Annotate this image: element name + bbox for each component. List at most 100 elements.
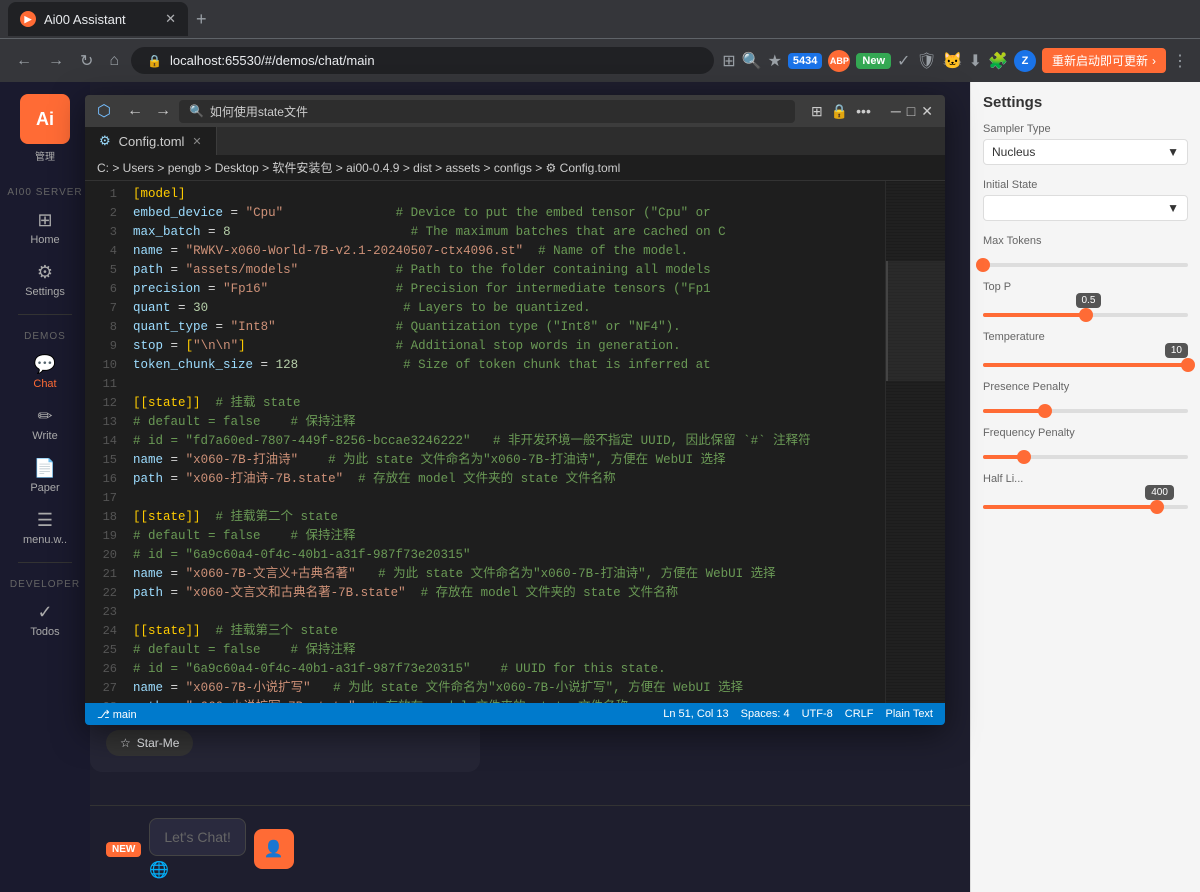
ext-badge-new[interactable]: New	[856, 53, 891, 69]
restart-button[interactable]: 重新启动即可更新 ›	[1042, 48, 1166, 73]
vscode-minimize-btn[interactable]: ─	[891, 103, 901, 120]
address-bar[interactable]: 🔒 localhost:65530/#/demos/chat/main	[131, 47, 714, 74]
paper-icon: 📄	[34, 458, 56, 479]
server-section-label: AI00 SERVER	[0, 187, 90, 198]
sidebar-item-settings[interactable]: ⚙ Settings	[0, 254, 90, 306]
lock-icon: 🔒	[147, 54, 162, 68]
star-button[interactable]: ☆ Star-Me	[106, 730, 193, 756]
status-spaces: Spaces: 4	[741, 708, 790, 720]
write-label: Write	[32, 430, 57, 442]
vscode-icon-split[interactable]: ⊞	[811, 103, 823, 120]
temperature-label: Temperature	[983, 331, 1188, 343]
home-label: Home	[30, 234, 59, 246]
shield-icon[interactable]: 🛡	[916, 51, 936, 71]
vscode-icon: ⬡	[97, 101, 111, 121]
sidebar-item-paper[interactable]: 📄 Paper	[0, 450, 90, 502]
back-button[interactable]: ←	[12, 48, 36, 74]
sidebar-item-home[interactable]: ⊞ Home	[0, 202, 90, 254]
star-label: Star-Me	[137, 736, 180, 750]
forward-button[interactable]: →	[44, 48, 68, 74]
half-life-thumb[interactable]	[1150, 500, 1164, 514]
temperature-value-badge: 10	[1165, 343, 1188, 358]
chat-input[interactable]: Let's Chat!	[149, 818, 246, 856]
breadcrumb-text: C: > Users > pengb > Desktop > 软件安装包 > a…	[97, 161, 620, 175]
ext-badge-abp[interactable]: ABP	[828, 50, 850, 72]
globe-icon[interactable]: 🌐	[149, 860, 246, 880]
settings-icon: ⚙	[37, 262, 53, 283]
half-life-fill	[983, 505, 1157, 509]
tab-close-btn[interactable]: ✕	[192, 135, 201, 148]
sampler-type-section: Sampler Type Nucleus ▼	[983, 123, 1188, 165]
new-badge: NEW	[106, 842, 141, 857]
initial-state-label: Initial State	[983, 179, 1188, 191]
frequency-penalty-track	[983, 455, 1188, 459]
vscode-code-editor[interactable]: [model] embed_device = "Cpu" # Device to…	[125, 181, 885, 703]
vscode-minimap	[885, 181, 945, 703]
more-options-icon[interactable]: ⋮	[1172, 51, 1188, 71]
temperature-thumb[interactable]	[1181, 358, 1195, 372]
new-tab-button[interactable]: +	[188, 9, 215, 30]
top-p-track	[983, 313, 1188, 317]
initial-state-select[interactable]: ▼	[983, 195, 1188, 221]
menu-label: menu.w..	[23, 534, 67, 546]
vscode-tab-config[interactable]: ⚙ Config.toml ✕	[85, 127, 217, 155]
sidebar-divider-1	[18, 314, 72, 315]
vscode-titlebar: ⬡ ← → 🔍 如何使用state文件 ⊞ 🔒 ••• ─ □ ✕	[85, 95, 945, 127]
top-p-value-badge: 0.5	[1076, 293, 1102, 308]
browser-chrome: ▶ Ai00 Assistant ✕ + ← → ↻ ⌂ 🔒 localhost…	[0, 0, 1200, 82]
translate-icon[interactable]: ⊞	[722, 51, 735, 71]
send-button[interactable]: 👤	[254, 829, 294, 869]
sidebar-item-todos[interactable]: ✓ Todos	[0, 594, 90, 646]
max-tokens-label: Max Tokens	[983, 235, 1188, 247]
temperature-badge: 10	[1165, 343, 1188, 358]
tab-title: Ai00 Assistant	[44, 12, 126, 27]
write-icon: ✏	[37, 406, 52, 427]
right-panel: Settings Sampler Type Nucleus ▼ Initial …	[970, 82, 1200, 892]
browser-controls: ← → ↻ ⌂ 🔒 localhost:65530/#/demos/chat/m…	[0, 38, 1200, 82]
presence-penalty-section: Presence Penalty	[983, 381, 1188, 413]
vscode-nav-back[interactable]: ←	[127, 102, 143, 120]
max-tokens-thumb[interactable]	[976, 258, 990, 272]
presence-penalty-fill	[983, 409, 1045, 413]
presence-penalty-label: Presence Penalty	[983, 381, 1188, 393]
vscode-statusbar-right: Ln 51, Col 13 Spaces: 4 UTF-8 CRLF Plain…	[663, 708, 933, 720]
cat-icon[interactable]: 🐱	[943, 51, 963, 71]
vscode-maximize-btn[interactable]: □	[907, 103, 915, 120]
vscode-close-btn[interactable]: ✕	[921, 103, 933, 120]
bookmark-icon[interactable]: ★	[768, 51, 782, 71]
puzzle-icon[interactable]: 🧩	[988, 51, 1008, 71]
menu-icon: ☰	[37, 510, 53, 531]
user-badge[interactable]: Z	[1014, 50, 1036, 72]
ext-badge-5434[interactable]: 5434	[788, 53, 822, 69]
home-button[interactable]: ⌂	[105, 48, 123, 74]
top-p-badge: 0.5	[1076, 293, 1102, 308]
sidebar-item-menu[interactable]: ☰ menu.w..	[0, 502, 90, 554]
star-icon: ☆	[120, 736, 131, 750]
half-life-value-badge: 400	[1145, 485, 1174, 500]
restart-label: 重新启动即可更新	[1052, 52, 1148, 69]
half-life-slider-container: 400	[983, 505, 1188, 509]
vscode-icon-lock[interactable]: 🔒	[831, 103, 848, 120]
sidebar-item-chat[interactable]: 💬 Chat	[0, 346, 90, 398]
check-icon[interactable]: ✓	[897, 51, 910, 71]
app-logo: Ai	[20, 94, 70, 144]
browser-tab-ai00[interactable]: ▶ Ai00 Assistant ✕	[8, 2, 188, 36]
sampler-type-select[interactable]: Nucleus ▼	[983, 139, 1188, 165]
frequency-penalty-thumb[interactable]	[1017, 450, 1031, 464]
vscode-nav-forward[interactable]: →	[155, 102, 171, 120]
settings-label: Settings	[25, 286, 65, 298]
top-p-thumb[interactable]	[1079, 308, 1093, 322]
chat-icon: 💬	[34, 354, 56, 375]
vscode-icon-more[interactable]: •••	[856, 103, 871, 120]
tab-close-btn[interactable]: ✕	[165, 11, 176, 27]
vscode-search-bar[interactable]: 🔍 如何使用state文件	[179, 100, 795, 123]
search-icon[interactable]: 🔍	[742, 51, 762, 71]
download-icon[interactable]: ⬇	[969, 51, 982, 71]
developer-section-label: DEVELOPER	[0, 579, 90, 590]
app-subtitle: 管理	[35, 148, 55, 163]
max-tokens-track	[983, 263, 1188, 267]
chevron-right-icon: ›	[1152, 54, 1156, 68]
refresh-button[interactable]: ↻	[76, 47, 97, 75]
sidebar-item-write[interactable]: ✏ Write	[0, 398, 90, 450]
presence-penalty-thumb[interactable]	[1038, 404, 1052, 418]
